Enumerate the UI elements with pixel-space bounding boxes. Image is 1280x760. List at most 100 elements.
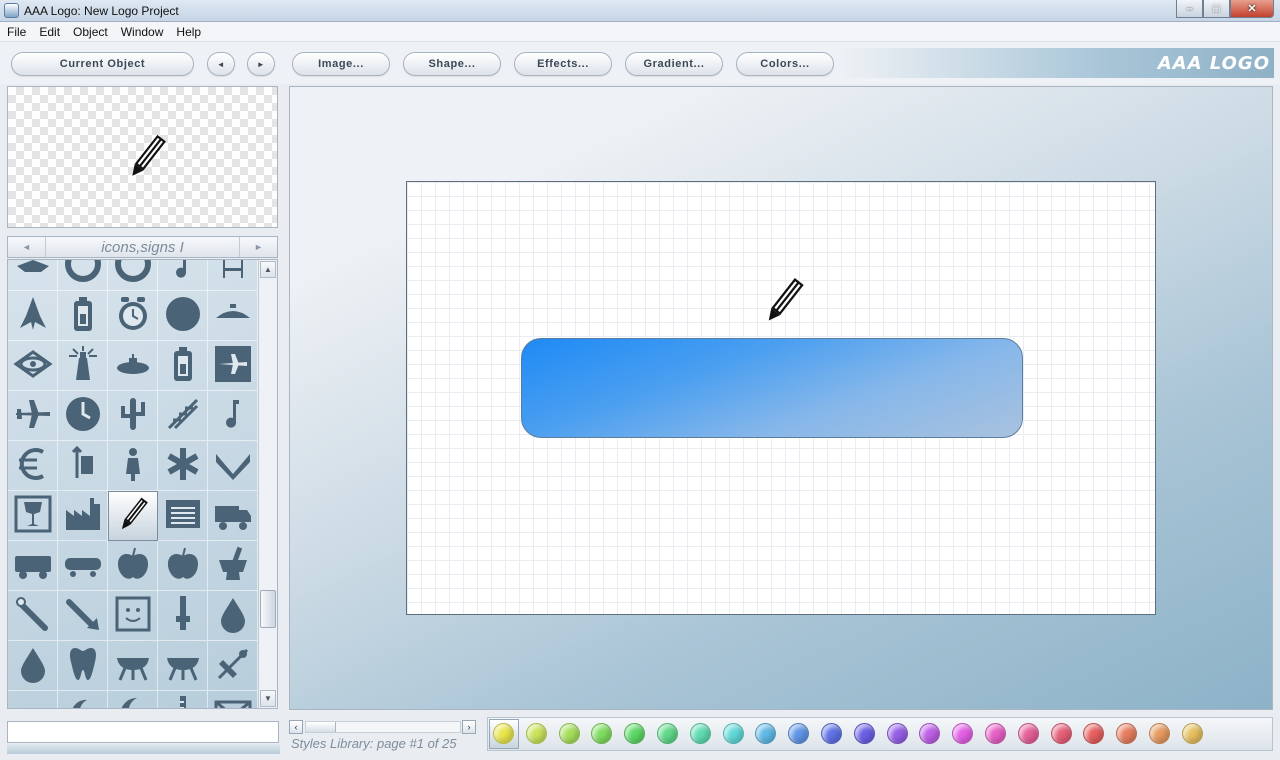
library-icon-cell[interactable]	[108, 291, 158, 341]
library-icon-cell[interactable]	[208, 260, 258, 291]
library-icon-cell[interactable]	[8, 491, 58, 541]
library-icon-cell[interactable]	[8, 441, 58, 491]
style-swatch[interactable]	[657, 723, 678, 744]
library-title: icons,signs I	[101, 239, 184, 256]
menu-window[interactable]: Window	[121, 25, 164, 39]
library-icon-cell[interactable]	[8, 591, 58, 641]
library-icon-cell[interactable]	[58, 441, 108, 491]
library-icon-cell[interactable]	[108, 491, 158, 541]
library-icon-cell[interactable]	[208, 291, 258, 341]
current-object-button[interactable]: Current Object	[11, 52, 194, 76]
library-icon-cell[interactable]	[58, 260, 108, 291]
library-icon-cell[interactable]	[8, 391, 58, 441]
maximize-button[interactable]: □	[1203, 0, 1230, 18]
library-icon-cell[interactable]	[158, 341, 208, 391]
library-icon-cell[interactable]	[58, 691, 108, 708]
style-swatch[interactable]	[558, 723, 580, 744]
library-icon-cell[interactable]	[108, 260, 158, 291]
library-icon-cell[interactable]	[208, 391, 258, 441]
object-name-input[interactable]	[7, 721, 279, 743]
style-swatch[interactable]	[886, 723, 908, 744]
library-icon-cell[interactable]	[158, 260, 208, 291]
title-bar: AAA Logo: New Logo Project – □ ✕	[0, 0, 1280, 22]
library-icon-cell[interactable]	[58, 341, 108, 391]
scroll-down-button[interactable]: ▼	[260, 690, 276, 707]
library-icon-cell[interactable]	[8, 291, 58, 341]
library-icon-cell[interactable]	[158, 291, 208, 341]
library-icon-cell[interactable]	[58, 541, 108, 591]
library-icon-cell[interactable]	[58, 591, 108, 641]
library-icon-cell[interactable]	[158, 441, 208, 491]
library-prev-button[interactable]: ◄	[8, 237, 46, 257]
style-swatch[interactable]	[722, 723, 744, 744]
library-icon-cell[interactable]	[158, 591, 208, 641]
menu-help[interactable]: Help	[176, 25, 201, 39]
library-icon-cell[interactable]	[208, 541, 258, 591]
style-swatch[interactable]	[1149, 723, 1170, 744]
library-icon-cell[interactable]	[58, 641, 108, 691]
library-icon-cell[interactable]	[108, 591, 158, 641]
style-swatch[interactable]	[853, 723, 875, 744]
minimize-button[interactable]: –	[1176, 0, 1203, 18]
style-swatch[interactable]	[985, 723, 1006, 744]
library-scrollbar[interactable]: ▲ ▼	[258, 260, 277, 708]
library-icon-cell[interactable]	[108, 341, 158, 391]
style-swatch[interactable]	[821, 723, 842, 744]
styles-thumb[interactable]	[306, 722, 336, 732]
styles-track[interactable]	[305, 721, 461, 733]
library-icon-cell[interactable]	[108, 541, 158, 591]
library-icon-cell[interactable]	[208, 491, 258, 541]
library-icon-cell[interactable]	[8, 260, 58, 291]
styles-next-button[interactable]: ›	[462, 720, 476, 734]
style-swatch[interactable]	[689, 723, 711, 744]
eye-diamond-icon	[12, 344, 53, 387]
library-icon-cell[interactable]	[158, 541, 208, 591]
style-swatch[interactable]	[1181, 723, 1203, 744]
shape-button[interactable]: Shape...	[403, 52, 501, 76]
logo-canvas[interactable]	[406, 181, 1156, 615]
cactus-icon	[113, 394, 153, 437]
style-swatch[interactable]	[525, 723, 547, 744]
library-icon-cell[interactable]	[158, 691, 208, 708]
library-icon-cell[interactable]	[158, 391, 208, 441]
style-swatch[interactable]	[1050, 723, 1072, 744]
gradient-button[interactable]: Gradient...	[625, 52, 723, 76]
library-icon-cell[interactable]	[208, 441, 258, 491]
library-icon-cell[interactable]	[208, 591, 258, 641]
close-button[interactable]: ✕	[1230, 0, 1274, 18]
colors-button[interactable]: Colors...	[736, 52, 834, 76]
library-icon-cell[interactable]	[8, 641, 58, 691]
prev-object-button[interactable]: ◄	[207, 52, 235, 76]
library-icon-cell[interactable]	[8, 691, 58, 708]
library-icon-cell[interactable]	[8, 541, 58, 591]
library-icon-cell[interactable]	[158, 491, 208, 541]
library-icon-cell[interactable]	[108, 391, 158, 441]
library-icon-cell[interactable]	[158, 641, 208, 691]
library-icon-cell[interactable]	[108, 441, 158, 491]
library-icon-cell[interactable]	[208, 641, 258, 691]
library-icon-cell[interactable]	[108, 691, 158, 708]
library-icon-cell[interactable]	[58, 491, 108, 541]
library-icon-cell[interactable]	[8, 341, 58, 391]
rounded-rectangle-shape[interactable]	[521, 338, 1023, 438]
menu-edit[interactable]: Edit	[39, 25, 60, 39]
maximize-icon: □	[1213, 2, 1220, 15]
library-icon-cell[interactable]	[58, 291, 108, 341]
library-next-button[interactable]: ►	[239, 237, 277, 257]
library-icon-cell[interactable]	[108, 641, 158, 691]
style-swatch[interactable]	[493, 723, 514, 744]
image-button[interactable]: Image...	[292, 52, 390, 76]
menu-file[interactable]: File	[7, 25, 26, 39]
library-icon-cell[interactable]	[208, 691, 258, 708]
scroll-up-button[interactable]: ▲	[260, 261, 276, 278]
library-icon-cell[interactable]	[58, 391, 108, 441]
effects-button[interactable]: Effects...	[514, 52, 612, 76]
menu-object[interactable]: Object	[73, 25, 108, 39]
scroll-thumb[interactable]	[260, 590, 276, 628]
next-object-button[interactable]: ►	[247, 52, 275, 76]
battery-icon	[63, 294, 103, 337]
pencil-icon[interactable]	[757, 274, 811, 331]
styles-prev-button[interactable]: ‹	[289, 720, 303, 734]
library-icon-cell[interactable]	[208, 341, 258, 391]
style-swatch[interactable]	[1017, 723, 1039, 744]
